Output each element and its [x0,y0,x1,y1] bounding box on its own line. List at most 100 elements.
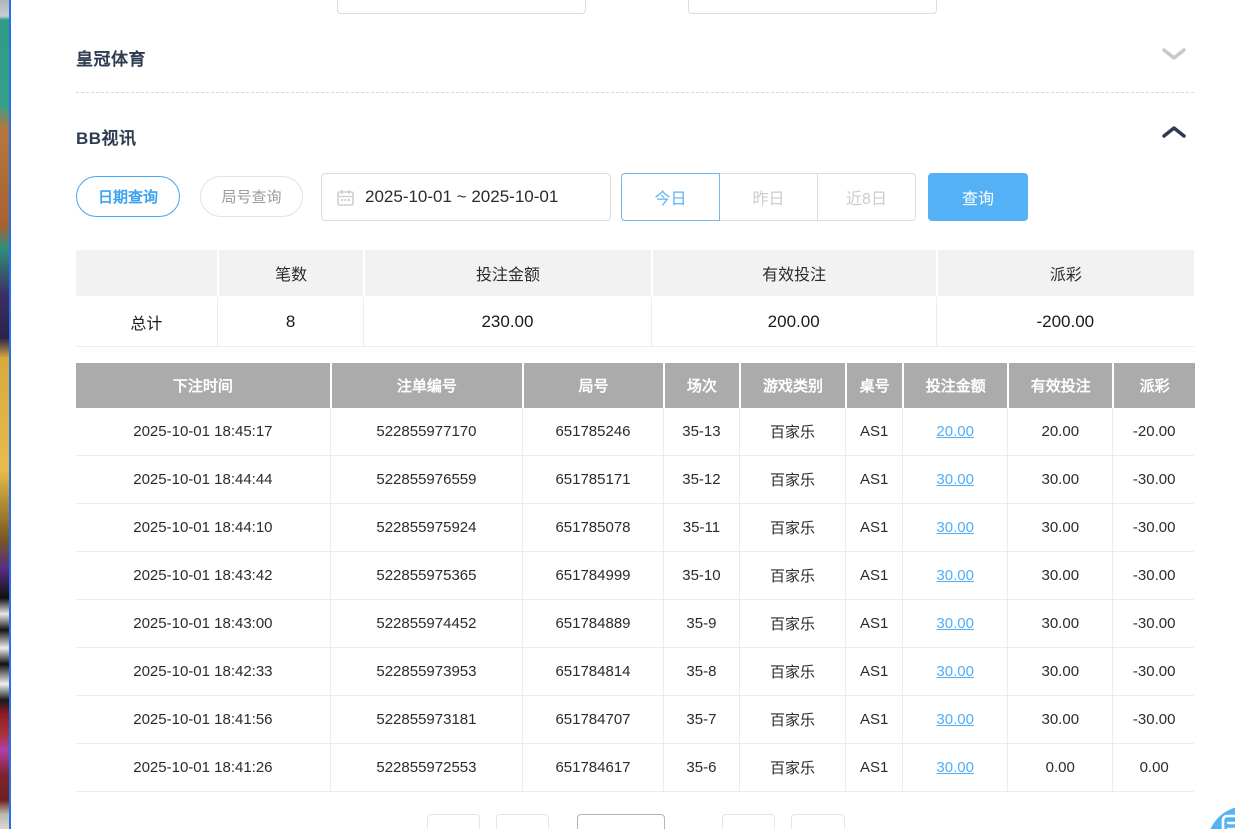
bet-amount-link[interactable]: 30.00 [936,711,974,728]
section-title-crown-sports: 皇冠体育 [76,45,146,70]
detail-cell: -30.00 [1112,552,1195,599]
summary-total-cell: 230.00 [363,297,650,346]
summary-table: 笔数投注金额有效投注派彩 总计8230.00200.00-200.00 [76,250,1194,347]
section-title-bb-video: BB视讯 [76,124,137,149]
detail-cell: 651784889 [522,600,663,647]
detail-cell: 35-9 [663,600,739,647]
chevron-up-icon[interactable] [1160,123,1188,141]
detail-header-row: 下注时间注单编号局号场次游戏类别桌号投注金额有效投注派彩 [76,363,1194,408]
bet-amount-cell: 30.00 [902,648,1007,695]
bet-amount-link[interactable]: 30.00 [936,567,974,584]
detail-cell: 2025-10-01 18:44:44 [76,456,330,503]
detail-header-cell: 游戏类别 [739,363,845,408]
date-range-value: 2025-10-01 ~ 2025-10-01 [365,187,558,207]
pagination-page-button[interactable] [496,814,549,829]
summary-header-cell: 笔数 [217,250,363,296]
detail-cell: 35-13 [663,408,739,455]
top-partial-input-left[interactable] [337,0,586,14]
pagination-next-button[interactable] [722,814,775,829]
detail-header-cell: 下注时间 [76,363,330,408]
summary-total-cell: 200.00 [651,297,936,346]
detail-cell: -30.00 [1112,456,1195,503]
detail-cell: 35-11 [663,504,739,551]
detail-cell: 522855976559 [330,456,522,503]
table-row: 2025-10-01 18:43:42522855975365651784999… [76,552,1194,600]
date-range-picker[interactable]: 2025-10-01 ~ 2025-10-01 [321,173,611,221]
detail-cell: AS1 [845,600,902,647]
summary-header-cell: 派彩 [936,250,1194,296]
bet-amount-link[interactable]: 30.00 [936,519,974,536]
detail-cell: 30.00 [1007,552,1112,599]
detail-cell: 30.00 [1007,648,1112,695]
detail-cell: AS1 [845,456,902,503]
bet-amount-link[interactable]: 30.00 [936,615,974,632]
summary-total-cell: 总计 [76,297,217,346]
bet-amount-link[interactable]: 30.00 [936,759,974,776]
detail-cell: 2025-10-01 18:43:00 [76,600,330,647]
detail-cell: 2025-10-01 18:44:10 [76,504,330,551]
chevron-down-icon[interactable] [1160,45,1188,63]
quick-range-button[interactable]: 昨日 [720,173,818,221]
detail-cell: 百家乐 [739,744,845,791]
detail-cell: 651785246 [522,408,663,455]
detail-cell: 35-6 [663,744,739,791]
detail-cell: 30.00 [1007,696,1112,743]
detail-cell: 35-7 [663,696,739,743]
detail-cell: 651785171 [522,456,663,503]
pagination-prev-button[interactable] [427,814,480,829]
detail-cell: 522855973953 [330,648,522,695]
bet-amount-cell: 20.00 [902,408,1007,455]
top-partial-input-right[interactable] [688,0,937,14]
calendar-icon [337,189,354,206]
detail-cell: AS1 [845,648,902,695]
detail-header-cell: 有效投注 [1007,363,1112,408]
detail-cell: 2025-10-01 18:45:17 [76,408,330,455]
bet-amount-link[interactable]: 30.00 [936,471,974,488]
detail-body: 2025-10-01 18:45:17522855977170651785246… [76,408,1194,792]
detail-cell: 30.00 [1007,456,1112,503]
pagination-jump-button[interactable] [791,814,845,829]
detail-cell: AS1 [845,408,902,455]
detail-cell: 0.00 [1007,744,1112,791]
detail-cell: AS1 [845,552,902,599]
document-icon [1221,814,1235,829]
detail-cell: -20.00 [1112,408,1195,455]
detail-header-cell: 注单编号 [330,363,522,408]
round-query-tab[interactable]: 局号查询 [200,176,303,217]
date-query-tab[interactable]: 日期查询 [76,176,180,217]
detail-cell: 35-10 [663,552,739,599]
detail-cell: 30.00 [1007,504,1112,551]
table-row: 2025-10-01 18:41:26522855972553651784617… [76,744,1194,792]
detail-cell: 651784999 [522,552,663,599]
detail-cell: 522855973181 [330,696,522,743]
summary-header-cell: 有效投注 [651,250,936,296]
bet-amount-cell: 30.00 [902,744,1007,791]
bet-amount-cell: 30.00 [902,600,1007,647]
detail-cell: 522855972553 [330,744,522,791]
detail-cell: 35-8 [663,648,739,695]
detail-cell: AS1 [845,504,902,551]
detail-cell: 20.00 [1007,408,1112,455]
bet-amount-cell: 30.00 [902,552,1007,599]
detail-cell: 2025-10-01 18:42:33 [76,648,330,695]
quick-range-button[interactable]: 今日 [621,173,720,221]
search-button[interactable]: 查询 [928,173,1028,221]
customer-service-fab[interactable] [1207,806,1235,829]
table-row: 2025-10-01 18:45:17522855977170651785246… [76,408,1194,456]
panel-edge-line [9,0,11,829]
detail-cell: 百家乐 [739,552,845,599]
detail-cell: 百家乐 [739,648,845,695]
detail-cell: 2025-10-01 18:43:42 [76,552,330,599]
detail-cell: 百家乐 [739,408,845,455]
table-row: 2025-10-01 18:44:44522855976559651785171… [76,456,1194,504]
detail-cell: 522855974452 [330,600,522,647]
quick-range-button[interactable]: 近8日 [818,173,916,221]
summary-header-cell [76,250,217,296]
detail-cell: 651785078 [522,504,663,551]
bet-amount-link[interactable]: 20.00 [936,423,974,440]
bet-amount-link[interactable]: 30.00 [936,663,974,680]
detail-header-cell: 场次 [663,363,739,408]
bet-amount-cell: 30.00 [902,696,1007,743]
pagination-page-size-select[interactable] [577,814,665,829]
detail-cell: 百家乐 [739,696,845,743]
